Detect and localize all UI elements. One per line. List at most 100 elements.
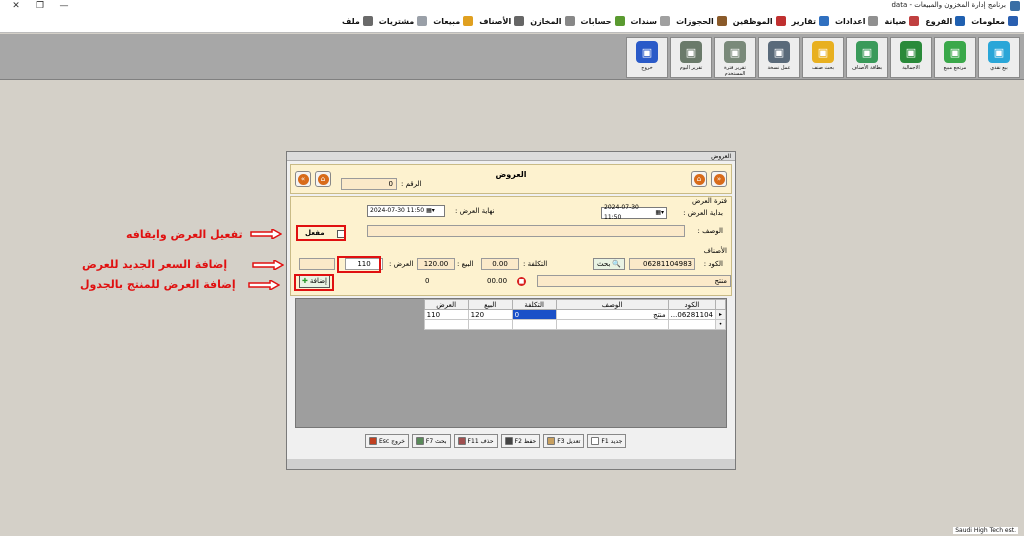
cost-label: التكلفة : bbox=[523, 260, 548, 268]
menu-item-0[interactable]: ملف bbox=[342, 16, 373, 26]
end-date-label: نهاية العرض : bbox=[455, 207, 495, 215]
menu-item-12[interactable]: الفروع bbox=[925, 16, 966, 26]
footer-button-label: تعديل F3 bbox=[557, 437, 581, 445]
user-period-report-icon: ▣ bbox=[724, 41, 746, 63]
save-icon bbox=[504, 437, 513, 445]
toolbar-button-3[interactable]: ▣ بطاقة الأصناف bbox=[846, 37, 888, 78]
cell-offer[interactable]: 110 bbox=[423, 309, 469, 320]
annotation-add-box bbox=[294, 274, 334, 291]
menu-item-2[interactable]: مبيعات bbox=[433, 16, 474, 26]
column-offer[interactable]: العرض bbox=[423, 299, 469, 310]
cell-code[interactable]: 06281104... bbox=[667, 309, 717, 320]
window-title-bar: ✕ ❐ — برنامج إدارة المخزون والمبيعات - d… bbox=[0, 0, 1024, 12]
toolbar-button-label: عمل نسخة bbox=[767, 65, 791, 71]
table-row[interactable]: ▸ 06281104... منتج 0 120 110 bbox=[423, 309, 726, 320]
menu-item-6[interactable]: سندات bbox=[631, 16, 671, 26]
annotation-add-arrow-icon bbox=[248, 280, 280, 290]
sales-return-icon: ▣ bbox=[944, 41, 966, 63]
toolbar-button-label: مرتجع مبيع bbox=[943, 65, 967, 71]
box-icon bbox=[514, 16, 525, 26]
toolbar-button-2[interactable]: ▣ الاجمالية bbox=[890, 37, 932, 78]
toolbar-button-1[interactable]: ▣ مرتجع مبيع bbox=[934, 37, 976, 78]
table-new-row[interactable]: • bbox=[423, 319, 726, 330]
offers-dialog: العروض « ⌂ ⌂ » العروض 0 الرقم : فترة الع… bbox=[286, 151, 736, 470]
toolbar-button-6[interactable]: ▣ تقرير فترة المستخدم bbox=[714, 37, 756, 78]
column-code[interactable]: الكود bbox=[667, 299, 717, 310]
footer-button-1[interactable]: تعديل F3 bbox=[543, 434, 585, 448]
cell-description[interactable]: منتج bbox=[555, 309, 669, 320]
footer-button-4[interactable]: بحث F7 bbox=[411, 434, 451, 448]
menu-item-8[interactable]: الموظفين bbox=[733, 16, 786, 26]
end-date-picker[interactable]: 2024-07-30 11:50 ▦▾ bbox=[367, 205, 445, 217]
footer-button-2[interactable]: حفظ F2 bbox=[500, 434, 541, 448]
menu-item-label: اعدادات bbox=[835, 16, 866, 26]
description-input[interactable] bbox=[367, 225, 685, 237]
toolbar-button-0[interactable]: ▣ بيع نقدي bbox=[978, 37, 1020, 78]
calendar-dropdown-icon-end[interactable]: ▦▾ bbox=[426, 206, 435, 216]
toolbar-button-8[interactable]: ▣ خروج bbox=[626, 37, 668, 78]
total-value: 00.00 bbox=[487, 277, 508, 285]
menu-item-label: سندات bbox=[630, 16, 658, 26]
item-card-icon: ▣ bbox=[856, 41, 878, 63]
wrench-icon bbox=[909, 16, 920, 26]
new-cell-code[interactable] bbox=[667, 319, 717, 330]
items-group-title: الأصناف bbox=[703, 247, 727, 255]
minimize-window-button[interactable]: — bbox=[52, 1, 76, 11]
footer-button-5[interactable]: خروج Esc bbox=[365, 434, 409, 448]
offers-grid[interactable]: الكود الوصف التكلفة البيع العرض ▸ 062811… bbox=[295, 298, 727, 428]
menu-list: ملف مشتريات مبيعات الأصناف المخازن حسابات سندا… bbox=[342, 16, 1018, 26]
price-label: البيع : bbox=[457, 260, 474, 268]
menu-item-label: حسابات bbox=[580, 16, 612, 26]
menu-item-13[interactable]: معلومات bbox=[971, 16, 1018, 26]
cell-price[interactable]: 120 bbox=[467, 309, 513, 320]
menu-item-4[interactable]: المخازن bbox=[530, 16, 575, 26]
footer-button-label: جديد F1 bbox=[601, 437, 623, 445]
column-cost[interactable]: التكلفة bbox=[511, 299, 557, 310]
receipt-icon bbox=[660, 16, 671, 26]
delete-icon bbox=[457, 437, 466, 445]
column-description[interactable]: الوصف bbox=[555, 299, 669, 310]
calendar-dropdown-icon[interactable]: ▦▾ bbox=[655, 208, 664, 218]
cell-cost[interactable]: 0 bbox=[511, 309, 557, 320]
new-cell-price[interactable] bbox=[467, 319, 513, 330]
item-search-button[interactable]: بحث 🔍 bbox=[593, 258, 626, 270]
menu-item-label: صيانة bbox=[884, 16, 907, 26]
menu-item-10[interactable]: اعدادات bbox=[835, 16, 879, 26]
toolbar-button-4[interactable]: ▣ بحث صنف bbox=[802, 37, 844, 78]
toolbar-button-label: تقرير اليوم bbox=[679, 65, 703, 71]
close-window-button[interactable]: ✕ bbox=[4, 1, 28, 11]
clear-red-icon[interactable]: ■ bbox=[517, 277, 526, 286]
footer-button-0[interactable]: جديد F1 bbox=[587, 434, 627, 448]
price-field: 120.00 bbox=[417, 258, 455, 270]
item-code-input[interactable]: 06281104983 bbox=[629, 258, 695, 270]
restore-window-button[interactable]: ❐ bbox=[28, 1, 52, 11]
annotation-new-price-box bbox=[337, 256, 381, 273]
record-number-label: الرقم : bbox=[401, 180, 422, 188]
offers-table: الكود الوصف التكلفة البيع العرض ▸ 062811… bbox=[423, 299, 726, 330]
employee-icon bbox=[775, 16, 786, 26]
new-cell-offer[interactable] bbox=[423, 319, 469, 330]
menu-item-5[interactable]: حسابات bbox=[581, 16, 625, 26]
column-price[interactable]: البيع bbox=[467, 299, 513, 310]
menu-item-3[interactable]: الأصناف bbox=[479, 16, 525, 26]
new-cell-description[interactable] bbox=[555, 319, 669, 330]
menu-item-11[interactable]: صيانة bbox=[884, 16, 920, 26]
settings-icon bbox=[868, 16, 879, 26]
dialog-bottom-strip bbox=[287, 459, 735, 469]
toolbar-button-5[interactable]: ▣ عمل نسخة bbox=[758, 37, 800, 78]
row-header-corner bbox=[715, 299, 726, 310]
toolbar-button-label: بيع نقدي bbox=[990, 65, 1008, 71]
footer-button-label: خروج Esc bbox=[379, 437, 405, 445]
start-date-picker[interactable]: 2024-07-30 11:50 ▦▾ bbox=[601, 204, 667, 221]
new-cell-cost[interactable] bbox=[511, 319, 557, 330]
toolbar-button-7[interactable]: ▣ تقرير اليوم bbox=[670, 37, 712, 78]
exit-icon bbox=[369, 437, 377, 445]
offer-extra-field[interactable] bbox=[299, 258, 335, 270]
magnifier-icon: 🔍 bbox=[612, 260, 622, 268]
menu-item-9[interactable]: تقارير bbox=[792, 16, 829, 26]
new-row-icon: • bbox=[715, 319, 726, 330]
footer-button-3[interactable]: حذف F11 bbox=[453, 434, 498, 448]
record-number-field[interactable]: 0 bbox=[341, 178, 397, 190]
menu-item-7[interactable]: الحجوزات bbox=[676, 16, 727, 26]
menu-item-1[interactable]: مشتريات bbox=[379, 16, 428, 26]
